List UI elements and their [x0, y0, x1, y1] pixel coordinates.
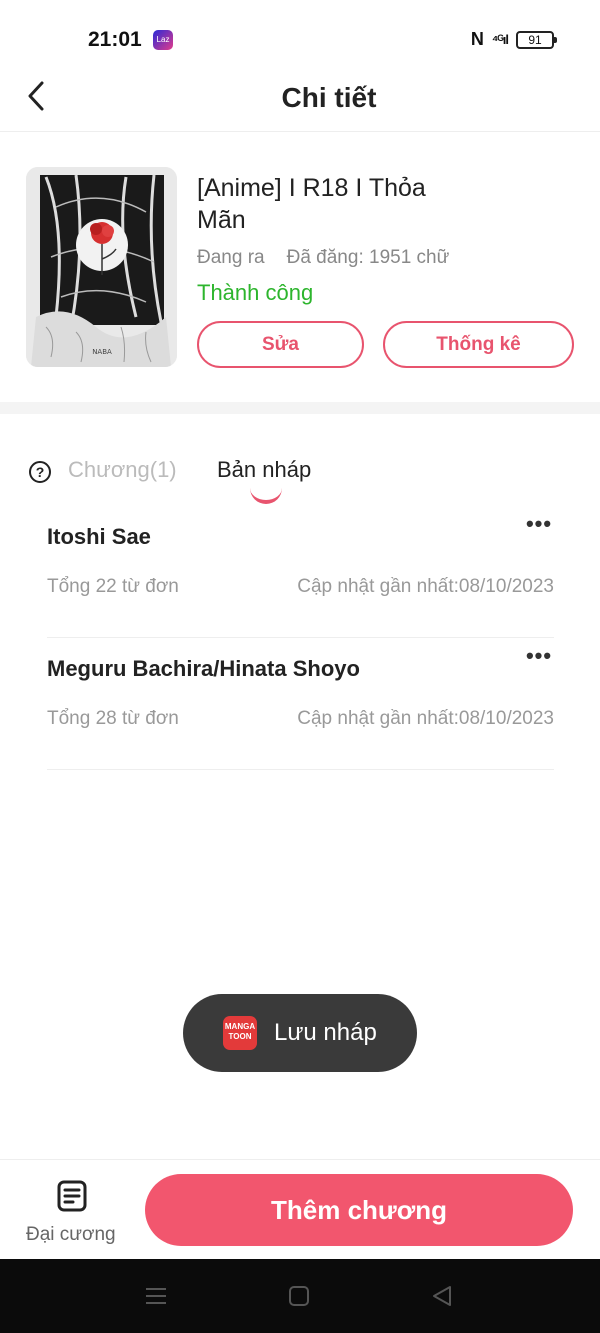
system-navigation-bar: [0, 1259, 600, 1333]
draft-word-count: Tổng 28 từ đơn: [47, 708, 179, 729]
more-dots-icon[interactable]: •••: [524, 513, 554, 540]
nfc-icon: N: [470, 29, 484, 49]
page-title: Chi tiết: [281, 82, 377, 113]
outline-document-icon[interactable]: [56, 1180, 88, 1212]
cover-art: NABA: [26, 167, 177, 367]
publish-state: Đang ra: [197, 247, 265, 268]
book-title: [Anime] I R18 I Thỏa Mãn: [197, 174, 426, 234]
tab-drafts[interactable]: Bản nháp: [217, 457, 311, 483]
battery-icon: 91: [516, 30, 557, 49]
stats-button[interactable]: Thống kê: [383, 321, 574, 368]
signal-icon: ⁴ᴳıl: [491, 32, 509, 47]
more-dots-icon[interactable]: •••: [524, 645, 554, 672]
home-icon[interactable]: [287, 1284, 311, 1308]
status-time: 21:01: [88, 28, 142, 51]
draft-updated: Cập nhật gần nhất:08/10/2023: [297, 576, 554, 597]
bottom-action-bar: Đại cương Thêm chương: [0, 1159, 600, 1259]
draft-title: Itoshi Sae: [47, 524, 151, 549]
question-circle-icon[interactable]: ?: [29, 461, 51, 483]
active-tab-indicator: [250, 488, 282, 504]
tab-chapters[interactable]: Chương(1): [68, 457, 177, 483]
mangatoon-logo-icon: MANGA TOON: [223, 1016, 257, 1050]
review-status: Thành công: [197, 280, 314, 305]
book-meta: Đang ra Đã đăng: 1951 chữ: [197, 247, 449, 269]
status-indicators: N ⁴ᴳıl 91: [470, 29, 557, 50]
draft-updated: Cập nhật gần nhất:08/10/2023: [297, 708, 554, 729]
add-chapter-button[interactable]: Thêm chương: [145, 1174, 573, 1246]
app-bar: Chi tiết: [0, 80, 600, 132]
book-cover[interactable]: NABA: [26, 167, 177, 367]
section-divider: [0, 402, 600, 414]
toast-message: Lưu nháp: [274, 1019, 377, 1046]
menu-icon[interactable]: [144, 1284, 168, 1308]
edit-button[interactable]: Sửa: [197, 321, 364, 368]
tab-bar: ? Chương(1) Bản nháp: [0, 452, 600, 512]
cover-signature: NABA: [92, 348, 112, 356]
draft-title: Meguru Bachira/Hinata Shoyo: [47, 656, 360, 681]
status-bar: 21:01 Laz N ⁴ᴳıl 91: [0, 0, 600, 80]
lazada-app-icon: Laz: [153, 30, 173, 50]
save-draft-toast: MANGA TOON Lưu nháp: [183, 994, 417, 1072]
draft-list-item[interactable]: Itoshi Sae ••• Tổng 22 từ đơn Cập nhật g…: [47, 506, 554, 638]
outline-label[interactable]: Đại cương: [26, 1224, 116, 1246]
draft-list-item[interactable]: Meguru Bachira/Hinata Shoyo ••• Tổng 28 …: [47, 638, 554, 770]
back-triangle-icon[interactable]: [430, 1284, 454, 1308]
word-count: Đã đăng: 1951 chữ: [286, 247, 450, 268]
draft-word-count: Tổng 22 từ đơn: [47, 576, 179, 597]
